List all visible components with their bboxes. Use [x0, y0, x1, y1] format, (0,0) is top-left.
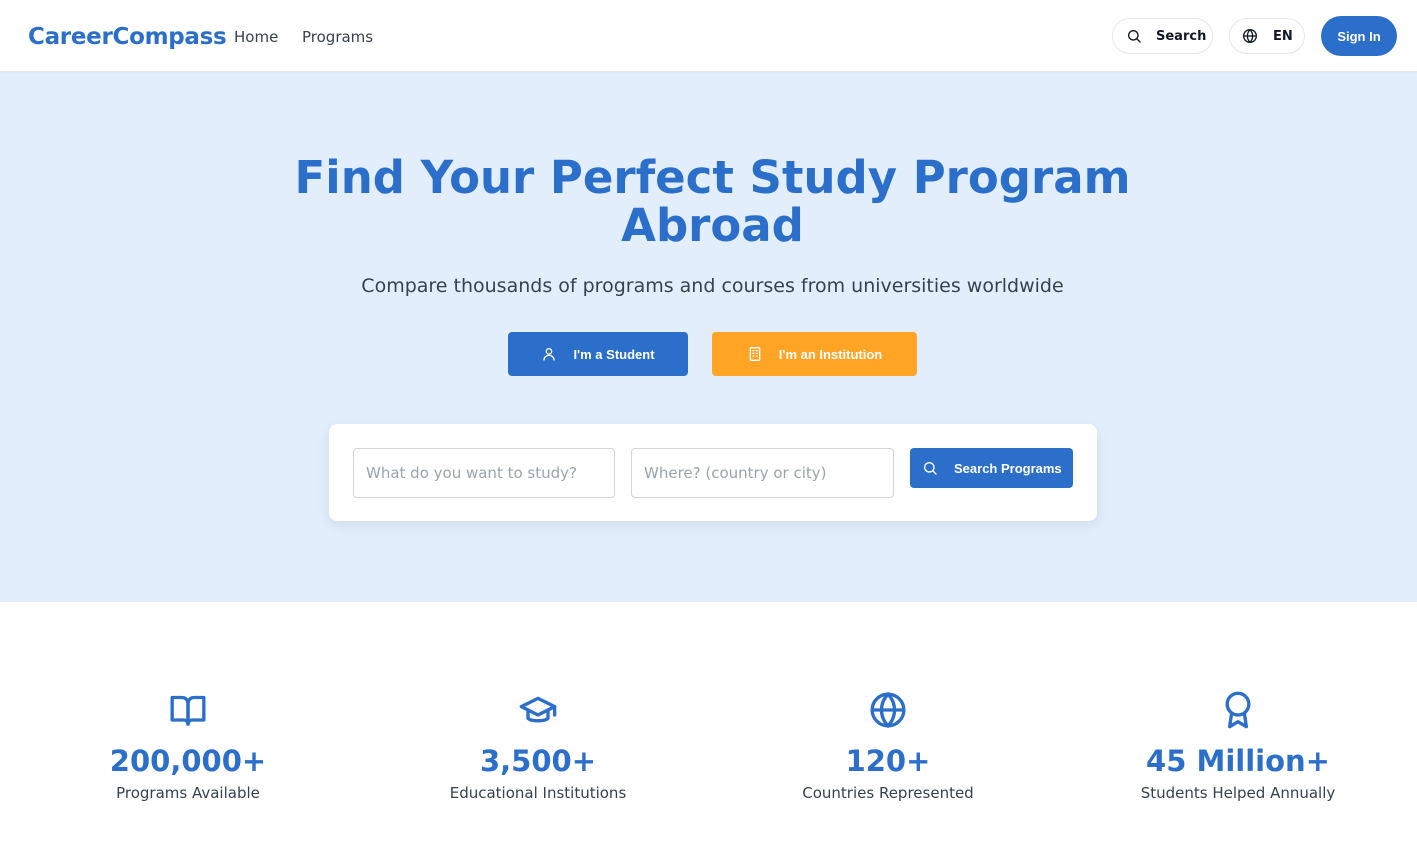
student-button[interactable]: I'm a Student — [508, 332, 688, 376]
location-input[interactable] — [631, 448, 894, 498]
stat-programs: 200,000+ Programs Available — [38, 690, 338, 802]
graduation-cap-icon — [519, 696, 557, 723]
student-button-label: I'm a Student — [573, 346, 655, 362]
hero-title: Find Your Perfect Study Program Abroad — [0, 154, 1417, 250]
nav-link-home[interactable]: Home — [234, 28, 278, 46]
hero-title-line2: Abroad — [621, 199, 804, 252]
search-programs-button[interactable]: Search Programs — [910, 448, 1073, 488]
hero-section: Find Your Perfect Study Program Abroad C… — [0, 72, 1417, 602]
study-subject-input[interactable] — [353, 448, 615, 498]
stat-value: 120+ — [845, 744, 931, 778]
logo[interactable]: CareerCompass — [28, 24, 227, 50]
stat-label: Programs Available — [116, 784, 260, 802]
stat-label: Educational Institutions — [449, 784, 627, 802]
stat-students: 45 Million+ Students Helped Annually — [1088, 690, 1388, 802]
stat-institutions: 3,500+ Educational Institutions — [388, 690, 688, 802]
language-label: EN — [1273, 28, 1293, 44]
stat-label: Countries Represented — [802, 784, 974, 802]
search-programs-label: Search Programs — [954, 460, 1062, 476]
stat-value: 200,000+ — [109, 744, 267, 778]
hero-subtitle: Compare thousands of programs and course… — [361, 275, 1064, 297]
header-search-label: Search — [1156, 28, 1207, 44]
search-icon — [924, 462, 937, 475]
stat-value: 45 Million+ — [1146, 744, 1330, 778]
user-icon — [543, 348, 556, 361]
program-search-card: Search Programs — [329, 424, 1097, 521]
hero-title-line1: Find Your Perfect Study Program — [294, 151, 1131, 204]
search-icon — [1128, 30, 1141, 43]
stat-value: 3,500+ — [479, 744, 597, 778]
stat-countries: 120+ Countries Represented — [738, 690, 1038, 802]
institution-button[interactable]: I'm an Institution — [712, 332, 917, 376]
header-search-button[interactable]: Search — [1112, 18, 1213, 54]
globe-icon — [1243, 28, 1257, 44]
institution-button-label: I'm an Institution — [778, 346, 883, 362]
building-icon — [749, 347, 761, 361]
book-open-icon — [170, 695, 206, 726]
globe-icon — [870, 691, 906, 729]
award-icon — [1225, 691, 1251, 729]
sign-in-button[interactable]: Sign In — [1321, 16, 1397, 56]
stats-section: 200,000+ Programs Available 3,500+ Educa… — [0, 602, 1417, 850]
top-nav-bar: CareerCompass Home Programs Search EN Si… — [0, 0, 1417, 72]
stat-label: Students Helped Annually — [1140, 784, 1336, 802]
nav-link-programs[interactable]: Programs — [302, 28, 373, 46]
language-selector[interactable]: EN — [1229, 18, 1305, 54]
